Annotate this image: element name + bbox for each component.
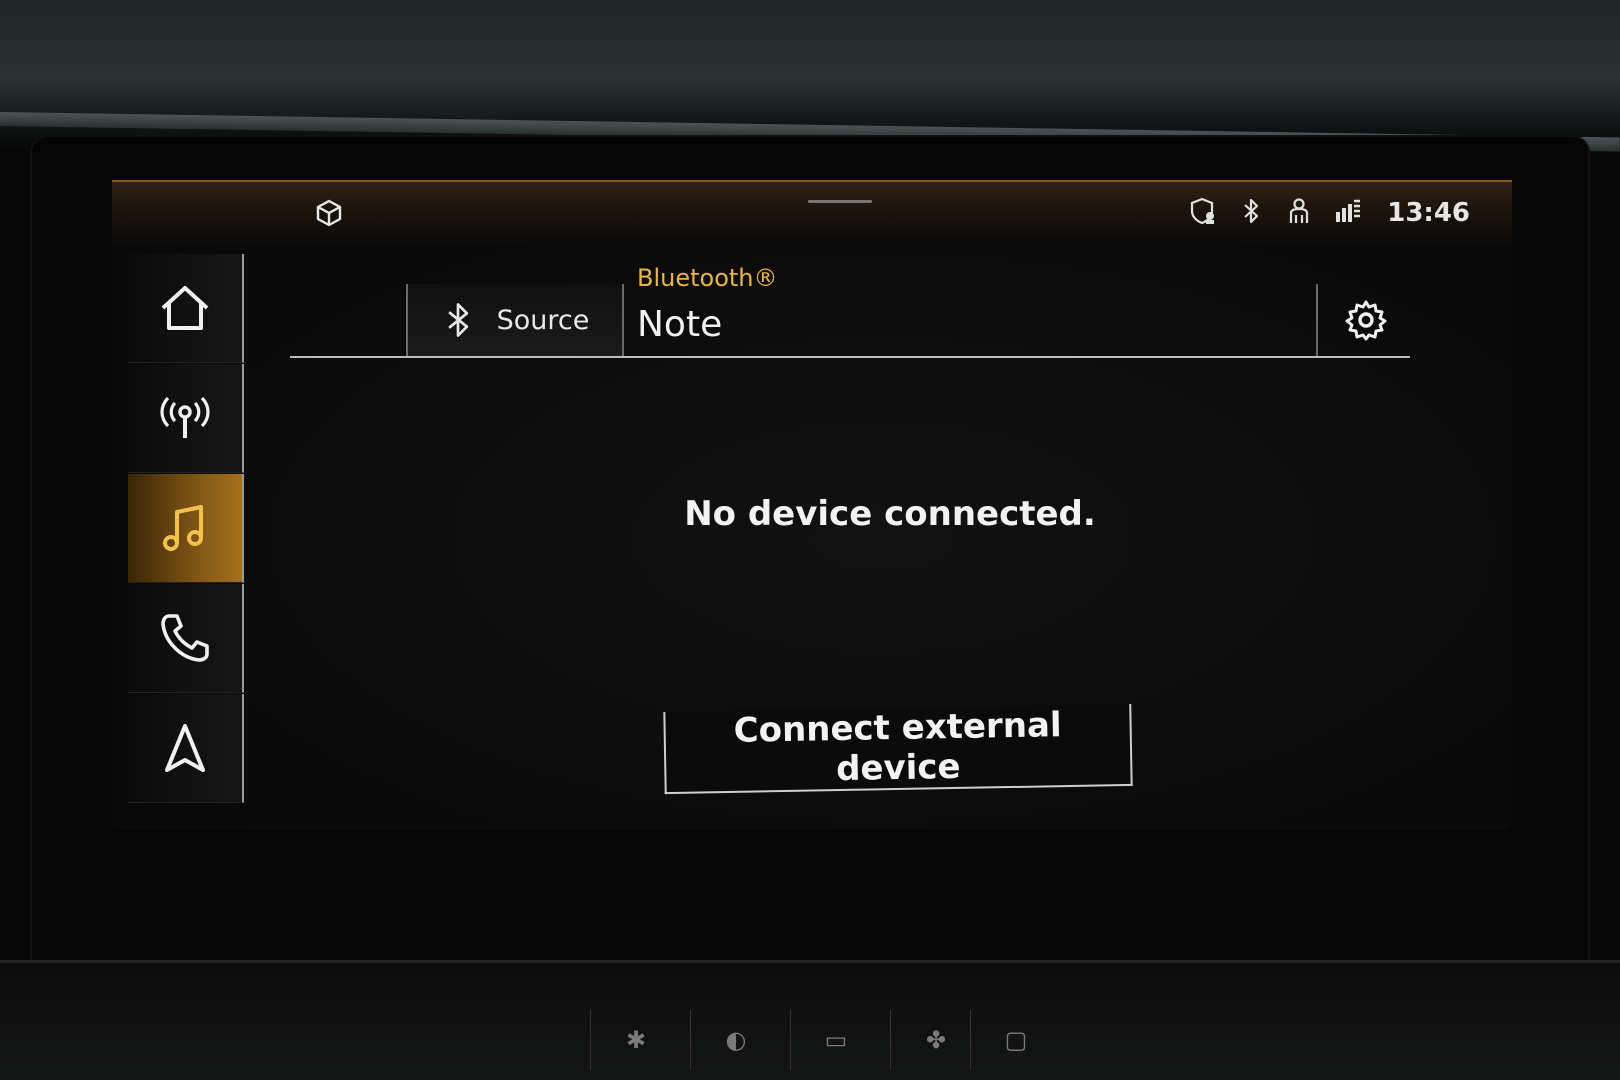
side-navigation xyxy=(128,254,244,814)
settings-button[interactable] xyxy=(1316,284,1414,356)
phone-icon xyxy=(161,614,209,662)
device-name: Note xyxy=(637,304,723,345)
status-bar: 13:46 xyxy=(112,180,1512,244)
data-icon xyxy=(1336,199,1360,222)
nav-item-home[interactable] xyxy=(128,254,244,363)
bluetooth-icon xyxy=(447,303,468,337)
gear-icon xyxy=(1345,300,1387,341)
pull-down-handle[interactable] xyxy=(808,200,872,203)
screen-toggle-icon[interactable]: ▢ xyxy=(970,1010,1061,1070)
user-icon xyxy=(1289,198,1309,223)
navigation-arrow-icon xyxy=(165,724,205,772)
cube-icon[interactable] xyxy=(314,198,344,228)
status-message: No device connected. xyxy=(684,494,1096,534)
fan-icon[interactable]: ✤ xyxy=(890,1010,981,1070)
connect-external-device-button[interactable]: Connect external device xyxy=(663,703,1133,795)
clock: 13:46 xyxy=(1387,198,1470,228)
home-icon xyxy=(161,286,209,330)
nav-item-media[interactable] xyxy=(128,474,244,583)
nav-item-radio[interactable] xyxy=(128,364,244,473)
source-label: Source xyxy=(496,304,590,336)
panel-edge xyxy=(0,960,1620,963)
nav-item-phone[interactable] xyxy=(128,584,244,693)
header-divider xyxy=(290,356,1410,358)
defrost-icon[interactable]: ▭ xyxy=(790,1010,881,1070)
nav-item-navigation[interactable] xyxy=(128,694,244,803)
source-tab[interactable]: Source xyxy=(406,284,624,356)
seat-control-icon[interactable]: ◐ xyxy=(690,1010,781,1070)
shield-user-icon xyxy=(1190,197,1214,225)
antenna-icon xyxy=(160,396,210,438)
climate-control-icon[interactable]: ✱ xyxy=(590,1010,681,1070)
music-note-icon xyxy=(163,505,203,551)
connection-type-label: Bluetooth® xyxy=(637,264,778,292)
bluetooth-icon xyxy=(1244,198,1259,224)
status-icons xyxy=(1188,196,1362,226)
